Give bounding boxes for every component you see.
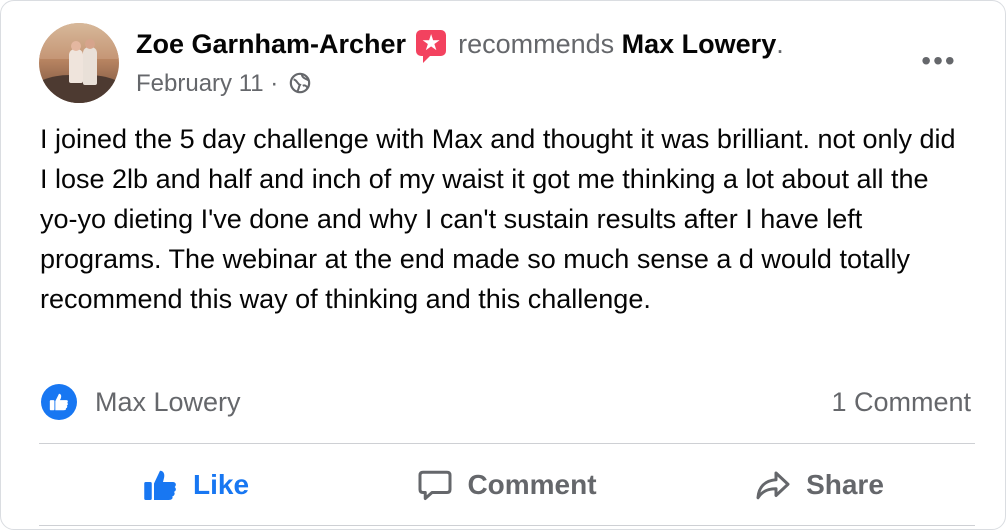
like-label: Like (192, 469, 250, 500)
share-label: Share (806, 469, 884, 500)
comment-button[interactable]: Comment (351, 445, 663, 525)
post-date[interactable]: February 11 (136, 70, 264, 97)
author-name[interactable]: Zoe Garnham-Archer (136, 29, 406, 59)
like-reaction-icon (41, 384, 77, 420)
actions-divider-bottom (39, 525, 975, 526)
post-actions-bar: Like Comment Share (39, 445, 975, 525)
avatar-head-left (71, 41, 81, 51)
globe-icon[interactable] (289, 72, 311, 94)
reactor-name[interactable]: Max Lowery (95, 387, 241, 418)
post-header: Zoe Garnham-Archer ★ recommends Max Lowery… (136, 25, 784, 63)
header-period: . (776, 29, 784, 59)
avatar-head-right (85, 39, 95, 49)
reaction-summary[interactable]: Max Lowery (41, 381, 241, 423)
thumb-up-icon (49, 393, 68, 411)
more-options-icon[interactable]: ••• (919, 47, 959, 75)
comment-label: Comment (467, 469, 597, 500)
avatar-person-left (69, 49, 83, 83)
post-meta: February 11 · (136, 67, 311, 101)
author-avatar[interactable] (39, 23, 119, 103)
recommended-page-name[interactable]: Max Lowery (622, 29, 777, 59)
post-card: Zoe Garnham-Archer ★ recommends Max Lowery… (0, 0, 1006, 530)
recommendation-star-icon: ★ (416, 30, 447, 63)
avatar-person-right (83, 47, 97, 85)
actions-divider-top (39, 443, 975, 444)
share-icon (756, 471, 790, 500)
comment-icon (418, 470, 452, 500)
like-button[interactable]: Like (39, 445, 351, 525)
meta-separator: · (270, 70, 279, 97)
recommends-text: recommends (458, 29, 615, 59)
share-button[interactable]: Share (663, 445, 975, 525)
post-text: I joined the 5 day challenge with Max an… (40, 124, 956, 314)
comment-count[interactable]: 1 Comment (831, 384, 971, 420)
like-icon (144, 470, 176, 500)
